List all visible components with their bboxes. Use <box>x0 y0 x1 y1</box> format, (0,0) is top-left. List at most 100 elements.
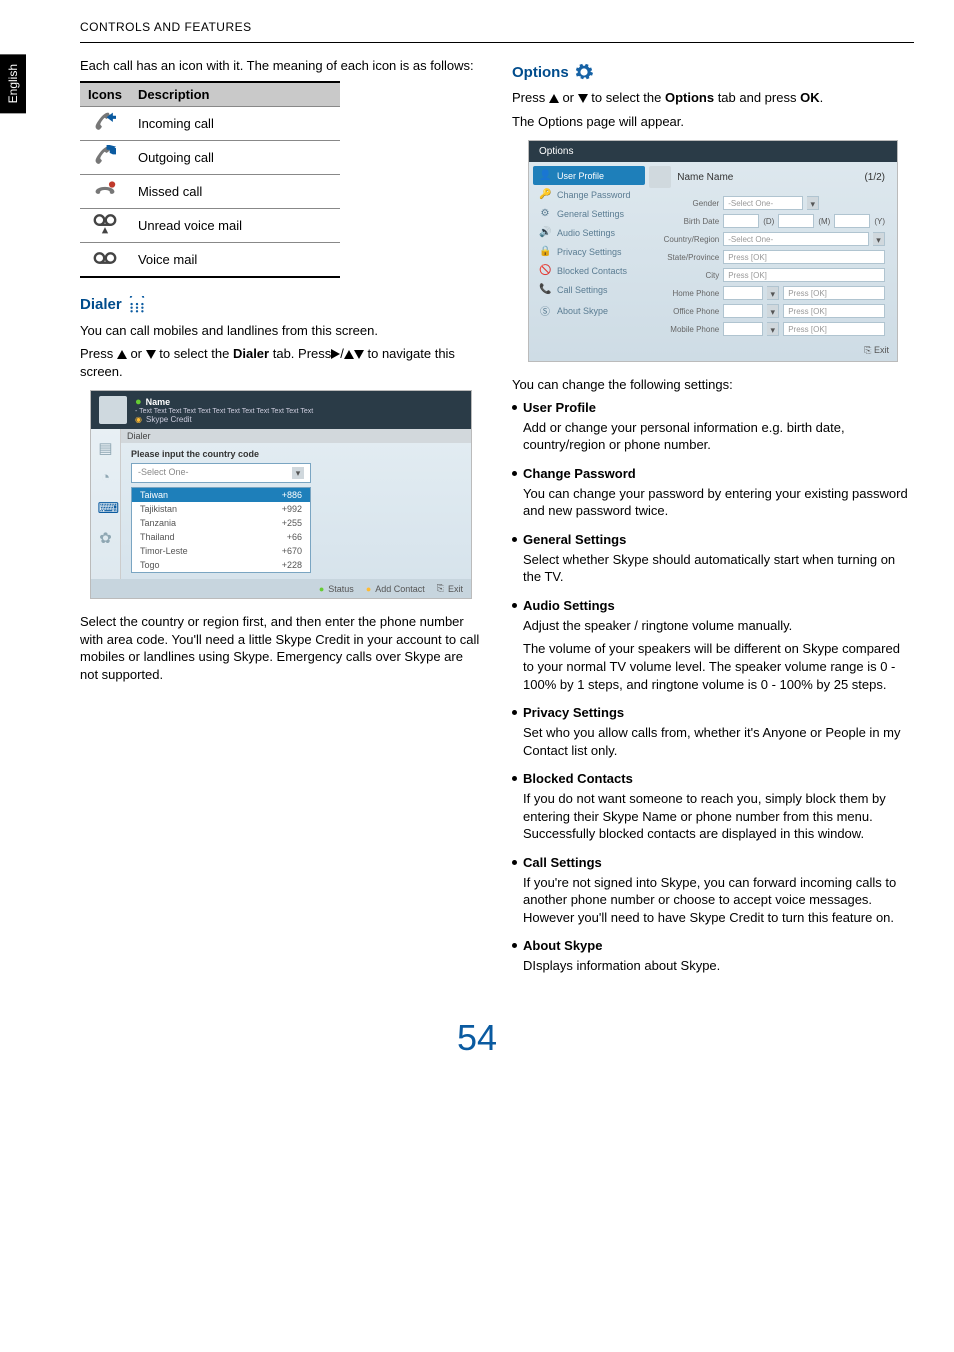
gear-small-icon: ⚙ <box>539 208 551 219</box>
dropdown-arrow-icon[interactable]: ▾ <box>767 322 779 336</box>
t: or <box>127 346 146 361</box>
state-input[interactable]: Press [OK] <box>723 250 885 264</box>
bullet-icon <box>512 943 517 948</box>
item-label: Change Password <box>557 190 631 200</box>
list-item: Call SettingsIf you're not signed into S… <box>512 855 914 927</box>
bt: About Skype <box>523 938 602 953</box>
birth-y[interactable] <box>834 214 870 228</box>
mobile-num[interactable]: Press [OK] <box>783 322 885 336</box>
down-arrow-icon <box>354 350 364 359</box>
form-header: Name Name (1/2) <box>649 166 885 188</box>
icon-unread-voicemail <box>80 208 130 242</box>
desc-vm: Voice mail <box>130 242 340 277</box>
down-arrow-icon <box>578 94 588 103</box>
list-item[interactable]: Timor-Leste+670 <box>132 544 310 558</box>
lbl: Country/Region <box>649 235 719 244</box>
options-line1: Press or to select the Options tab and p… <box>512 89 914 107</box>
icon-missed-call <box>80 174 130 208</box>
ph: -Select One- <box>728 235 773 244</box>
name-name: Name Name <box>677 172 733 183</box>
row-home: Home Phone▾Press [OK] <box>649 286 885 300</box>
options-heading: Options <box>512 63 914 81</box>
list-item[interactable]: Togo+228 <box>132 558 310 572</box>
sidebar-item-general[interactable]: ⚙ General Settings <box>533 204 645 223</box>
country-list: Taiwan+886 Tajikistan+992 Tanzania+255 T… <box>131 487 311 573</box>
bt: General Settings <box>523 532 626 547</box>
home-code[interactable] <box>723 286 763 300</box>
green-dot-icon: ● <box>319 584 324 594</box>
options-form: Name Name (1/2) Gender-Select One-▾ Birt… <box>645 166 889 340</box>
bt: User Profile <box>523 400 596 415</box>
options-shot-footer: ⎘ Exit <box>529 342 897 359</box>
bullet-icon <box>512 776 517 781</box>
bb: DIsplays information about Skype. <box>523 957 914 975</box>
exit-button[interactable]: ⎘ Exit <box>864 345 889 355</box>
item-label: General Settings <box>557 209 624 219</box>
dropdown-arrow-icon[interactable]: ▾ <box>807 196 819 210</box>
options-line2: The Options page will appear. <box>512 113 914 131</box>
t: tab. Press <box>269 346 331 361</box>
item-label: User Profile <box>557 171 604 181</box>
list-item: User ProfileAdd or change your personal … <box>512 400 914 454</box>
sidebar-item-call[interactable]: 📞Call Settings <box>533 280 645 299</box>
sidebar-item-user-profile[interactable]: 👤User Profile <box>533 166 645 185</box>
exit-label: Exit <box>874 345 889 355</box>
dropdown-arrow-icon[interactable]: ▾ <box>767 304 779 318</box>
sidebar-item-privacy[interactable]: 🔒Privacy Settings <box>533 242 645 261</box>
t: tab and press <box>714 90 800 105</box>
cn: Togo <box>140 560 160 570</box>
contacts-icon[interactable]: ▤ <box>98 439 114 455</box>
mobile-code[interactable] <box>723 322 763 336</box>
sidebar-item-audio[interactable]: 🔊Audio Settings <box>533 223 645 242</box>
exit-button[interactable]: ⎘Exit <box>437 583 463 594</box>
right-column: Options Press or to select the Options t… <box>512 57 914 987</box>
bt: Privacy Settings <box>523 705 624 720</box>
exit-label: Exit <box>448 584 463 594</box>
gear-icon <box>575 63 593 81</box>
list-item[interactable]: Thailand+66 <box>132 530 310 544</box>
add-contact-button[interactable]: ●Add Contact <box>366 583 425 594</box>
list-item[interactable]: Tanzania+255 <box>132 516 310 530</box>
country-select[interactable]: -Select One- ▾ <box>131 463 311 483</box>
list-item[interactable]: Tajikistan+992 <box>132 502 310 516</box>
status-button[interactable]: ● Status <box>319 583 354 594</box>
dialer-para2: Select the country or region first, and … <box>80 613 482 683</box>
office-code[interactable] <box>723 304 763 318</box>
icon-incoming-call <box>80 106 130 140</box>
cc: +886 <box>282 490 302 500</box>
home-num[interactable]: Press [OK] <box>783 286 885 300</box>
icon-outgoing-call <box>80 140 130 174</box>
dialer-line1: You can call mobiles and landlines from … <box>80 322 482 340</box>
sidebar-item-about[interactable]: ⓈAbout Skype <box>533 299 645 322</box>
status-label: Status <box>328 584 354 594</box>
cn: Thailand <box>140 532 175 542</box>
dialpad-tab-icon[interactable]: ⌨ <box>98 499 114 515</box>
down-arrow-icon <box>146 350 156 359</box>
sidebar-item-change-password[interactable]: 🔑Change Password <box>533 185 645 204</box>
history-icon[interactable]: ◔ <box>98 469 114 485</box>
ok-word: OK <box>800 90 820 105</box>
bullet-icon <box>512 710 517 715</box>
office-num[interactable]: Press [OK] <box>783 304 885 318</box>
page-header: CONTROLS AND FEATURES <box>0 0 954 42</box>
list-item: Blocked ContactsIf you do not want someo… <box>512 771 914 843</box>
sidebar-item-blocked[interactable]: 🚫Blocked Contacts <box>533 261 645 280</box>
gender-select[interactable]: -Select One- <box>723 196 803 210</box>
content-columns: Each call has an icon with it. The meani… <box>0 43 954 987</box>
skype-icon: Ⓢ <box>539 303 551 318</box>
d: (D) <box>763 217 774 226</box>
up-arrow-icon <box>344 350 354 359</box>
city-input[interactable]: Press [OK] <box>723 268 885 282</box>
dropdown-arrow-icon[interactable]: ▾ <box>873 232 885 246</box>
dropdown-arrow-icon[interactable]: ▾ <box>767 286 779 300</box>
prompt-text: Please input the country code <box>131 449 461 459</box>
list-item[interactable]: Taiwan+886 <box>132 488 310 502</box>
dialer-shot-header: ●Name - Text Text Text Text Text Text Te… <box>91 391 471 429</box>
bb: Select whether Skype should automaticall… <box>523 551 914 586</box>
birth-d[interactable] <box>723 214 759 228</box>
ph: Press [OK] <box>728 253 767 262</box>
country-select[interactable]: -Select One- <box>723 232 869 246</box>
settings-icon[interactable]: ✿ <box>98 529 114 545</box>
birth-m[interactable] <box>778 214 814 228</box>
list-item: Privacy SettingsSet who you allow calls … <box>512 705 914 759</box>
